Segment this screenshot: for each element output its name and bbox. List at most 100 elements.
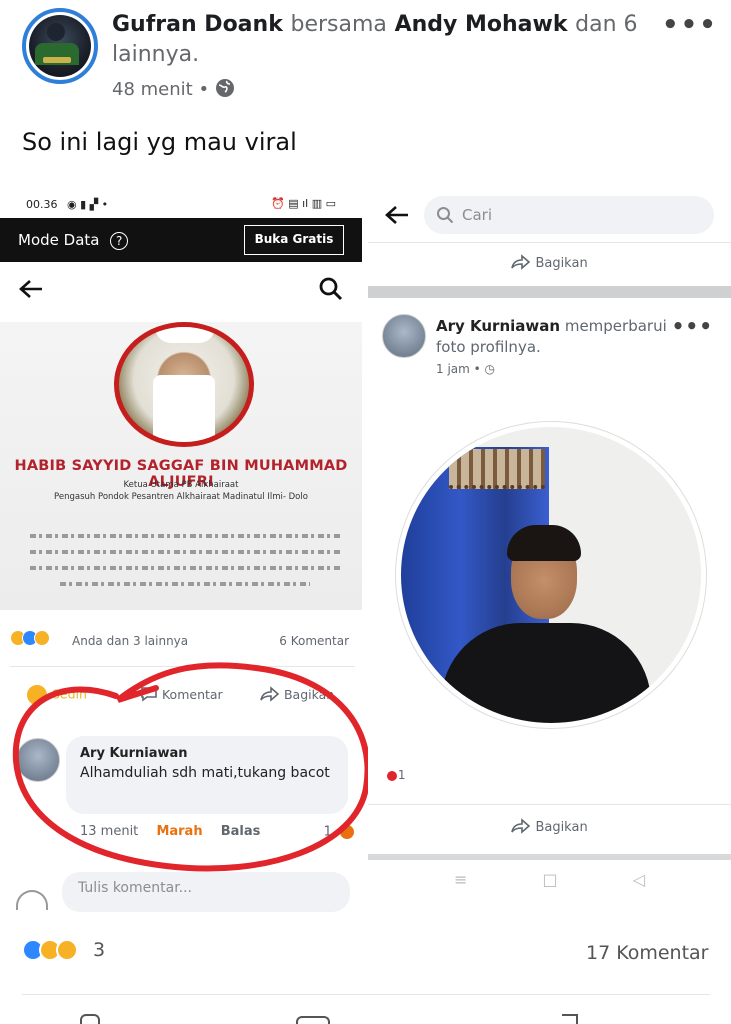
status-time: 00.36 [26,198,58,211]
share-label: Bagikan [535,256,588,271]
search-icon [437,207,454,224]
profile-time-text: 1 jam [436,362,470,376]
post-reaction-count: 3 [93,938,106,961]
profile-reaction-count[interactable]: 1 [386,768,405,782]
arabic-text-line [30,550,340,554]
share-button-top[interactable]: Bagikan [368,250,731,290]
author-avatar[interactable] [22,8,98,84]
sad-label: Sedih [52,686,87,702]
banner-subtitle-1: Ketua Utama PB Alkhairaat [123,480,239,490]
like-button-icon[interactable] [80,1014,100,1024]
with-word: bersama [290,12,387,37]
share-button-icon[interactable] [562,1014,578,1024]
buka-gratis-button[interactable]: Buka Gratis [244,225,344,255]
section-separator [368,286,731,298]
dot-separator: • [198,79,210,100]
more-options-icon[interactable]: ••• [662,10,718,40]
marah-reaction-button[interactable]: Marah [156,824,202,839]
reply-button[interactable]: Balas [221,824,261,839]
status-icons: ◉ ▮ ▞ • [67,198,109,211]
post-time-text: 48 menit [112,79,193,100]
profile-reaction-number: 1 [397,768,406,782]
comment-button[interactable]: Komentar [140,686,223,702]
nav-row [0,262,362,318]
sad-reaction-button[interactable]: Sedih [26,684,87,706]
help-icon[interactable]: ? [110,232,129,250]
post-actions: Sedih Komentar Bagikan [0,680,362,710]
comments-count[interactable]: 6 Komentar [279,634,349,648]
sad-emoji-icon [26,684,48,706]
arabic-text-line [30,534,340,538]
status-right-icons: ⏰ ▤ ıl ▥ ▭ [271,197,336,210]
divider [22,994,710,995]
mode-data-label: Mode Data ? [18,231,129,250]
commenter-name[interactable]: Ary Kurniawan [80,746,334,761]
share-icon [511,254,531,270]
share-icon [260,686,280,702]
back-arrow-icon[interactable] [384,204,410,226]
comment-reaction-count[interactable]: 1 [323,824,355,840]
left-screenshot: 00.36 ◉ ▮ ▞ • ⏰ ▤ ıl ▥ ▭ Mode Data ? Buk… [0,190,362,912]
comment-reaction-number: 1 [323,824,332,840]
shared-banner-image[interactable]: HABIB SAYYID SAGGAF BIN MUHAMMAD ALJUFRI… [0,322,362,610]
share-button[interactable]: Bagikan [260,686,334,702]
post-timestamp: 48 menit • [112,78,235,100]
habib-photo [114,322,254,447]
post-body-text: So ini lagi yg mau viral [22,128,297,156]
person-hair [507,525,581,561]
arabic-text-line [60,582,310,586]
comment-bubble: Ary Kurniawan Alhamduliah sdh mati,tukan… [66,736,348,814]
comment-button-icon[interactable] [296,1016,330,1024]
profile-photo[interactable] [396,422,706,728]
post-reactions[interactable]: 3 [22,938,105,968]
comment-time: 13 menit [80,824,139,839]
share-icon [511,818,531,834]
comment-text: Alhamduliah sdh mati,tukang bacot [80,765,330,781]
globe-icon [215,79,234,97]
comment-label: Komentar [161,687,223,702]
profile-update-line: Ary Kurniawan memperbarui foto profilnya… [436,316,696,358]
android-nav-buttons: ≡ □ ◁ [368,870,731,889]
divider [368,804,731,805]
divider [368,242,731,243]
camera-icon[interactable] [16,890,48,910]
mode-data-bar: Mode Data ? Buka Gratis [0,218,362,262]
arabic-text-line [30,566,340,570]
curtain-valance [449,449,545,489]
divider [10,666,355,667]
wow-emoji-icon [56,938,78,961]
reaction-emojis [10,630,50,646]
post-title: Gufran Doank bersama Andy Mohawk dan 6 l… [112,10,652,70]
search-icon[interactable] [318,276,344,302]
home-nav-icon[interactable]: □ [542,870,557,889]
share-label: Bagikan [535,820,588,835]
status-bar: 00.36 ◉ ▮ ▞ • ⏰ ▤ ıl ▥ ▭ [0,190,362,218]
angry-emoji-icon [339,824,355,840]
reaction-summary[interactable]: Anda dan 3 lainnya 6 Komentar [10,628,355,652]
tagged-name[interactable]: Andy Mohawk [395,12,568,37]
right-screenshot: Cari Bagikan Ary Kurniawan memperbarui f… [368,190,731,912]
share-label: Bagikan [283,687,335,702]
author-name[interactable]: Gufran Doank [112,12,283,37]
commenter-avatar[interactable] [16,738,60,782]
comment-meta: 13 menit Marah Balas 1 [80,824,355,840]
comment-icon [141,687,157,702]
back-nav-icon[interactable]: ◁ [633,870,645,889]
heart-emoji-icon [386,769,398,782]
search-placeholder: Cari [462,206,492,224]
reactions-text: Anda dan 3 lainnya [72,634,189,648]
more-options-icon[interactable]: ••• [672,314,713,338]
person-body [441,623,651,723]
banner-subtitle-2: Pengasuh Pondok Pesantren Alkhairaat Mad… [54,492,308,502]
menu-nav-icon[interactable]: ≡ [454,870,467,889]
mode-data-text: Mode Data [18,231,100,249]
profile-update-time: 1 jam • ◷ [436,362,496,376]
profile-author-avatar[interactable] [382,314,426,358]
back-arrow-icon[interactable] [18,278,44,300]
search-input[interactable]: Cari [424,196,714,234]
share-button-bottom[interactable]: Bagikan [368,814,731,854]
profile-author-name[interactable]: Ary Kurniawan [436,317,560,335]
section-separator [368,854,731,860]
post-comments-count[interactable]: 17 Komentar [586,942,709,964]
comment-compose-input[interactable]: Tulis komentar... [62,872,350,912]
